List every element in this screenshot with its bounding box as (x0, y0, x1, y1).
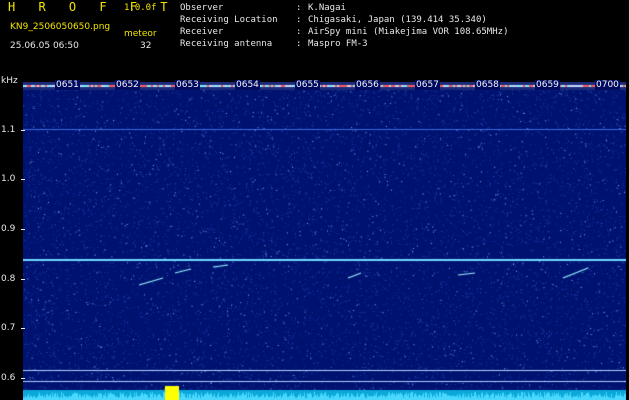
y-tick-label: 1.0 (1, 174, 16, 184)
y-tick-label: 1.1 (1, 125, 16, 135)
y-tick-mark (21, 179, 25, 180)
time-label: 0651 (55, 80, 80, 90)
info-separator: : (296, 3, 302, 13)
info-value: Chigasaki, Japan (139.414 35.340) (308, 15, 487, 25)
time-label: 0653 (175, 80, 200, 90)
info-label: Receiver (180, 27, 224, 37)
info-separator: : (296, 39, 302, 49)
file-name: KN9_2506050650.png (10, 22, 111, 32)
y-tick-label: 0.8 (1, 274, 16, 284)
info-separator: : (296, 15, 302, 25)
time-label: 0658 (475, 80, 500, 90)
info-label: Receiving antenna (180, 39, 273, 49)
info-row-antenna: Receiving antenna: Maspro FM-3 (180, 39, 368, 49)
time-label: 0659 (535, 80, 560, 90)
info-row-observer: Observer: K.Nagai (180, 3, 346, 13)
spectrogram-view[interactable] (23, 82, 626, 400)
info-separator: : (296, 27, 302, 37)
y-tick-mark (21, 279, 25, 280)
frequency-axis-unit: kHz (1, 76, 18, 86)
info-value: Maspro FM-3 (308, 39, 368, 49)
info-value: AirSpy mini (Miakejima VOR 108.65MHz) (308, 27, 509, 37)
info-row-receiver: Receiver: AirSpy mini (Miakejima VOR 108.… (180, 27, 508, 37)
app-version: 1.0.0f (124, 3, 157, 13)
info-row-location: Receiving Location: Chigasaki, Japan (139… (180, 15, 487, 25)
y-tick-label: 0.9 (1, 224, 16, 234)
y-tick-mark (21, 130, 25, 131)
time-label: 0657 (415, 80, 440, 90)
time-label: 0656 (355, 80, 380, 90)
info-value: K.Nagai (308, 3, 346, 13)
time-label: 0655 (295, 80, 320, 90)
y-tick-label: 0.6 (1, 373, 16, 383)
observation-datetime: 25.06.05 06:50 (10, 41, 79, 51)
y-tick-mark (21, 328, 25, 329)
time-label: 0652 (115, 80, 140, 90)
meteor-count-label: meteor (124, 29, 157, 39)
info-label: Receiving Location (180, 15, 278, 25)
y-tick-mark (21, 229, 25, 230)
spectrogram-canvas (23, 82, 626, 400)
time-label: 0700 (595, 80, 620, 90)
time-label: 0654 (235, 80, 260, 90)
y-tick-label: 0.7 (1, 323, 16, 333)
y-tick-mark (21, 378, 25, 379)
header-panel: H R O F F T 1.0.0f KN9_2506050650.png me… (0, 0, 629, 82)
meteor-count-value: 32 (140, 41, 152, 51)
info-label: Observer (180, 3, 224, 13)
